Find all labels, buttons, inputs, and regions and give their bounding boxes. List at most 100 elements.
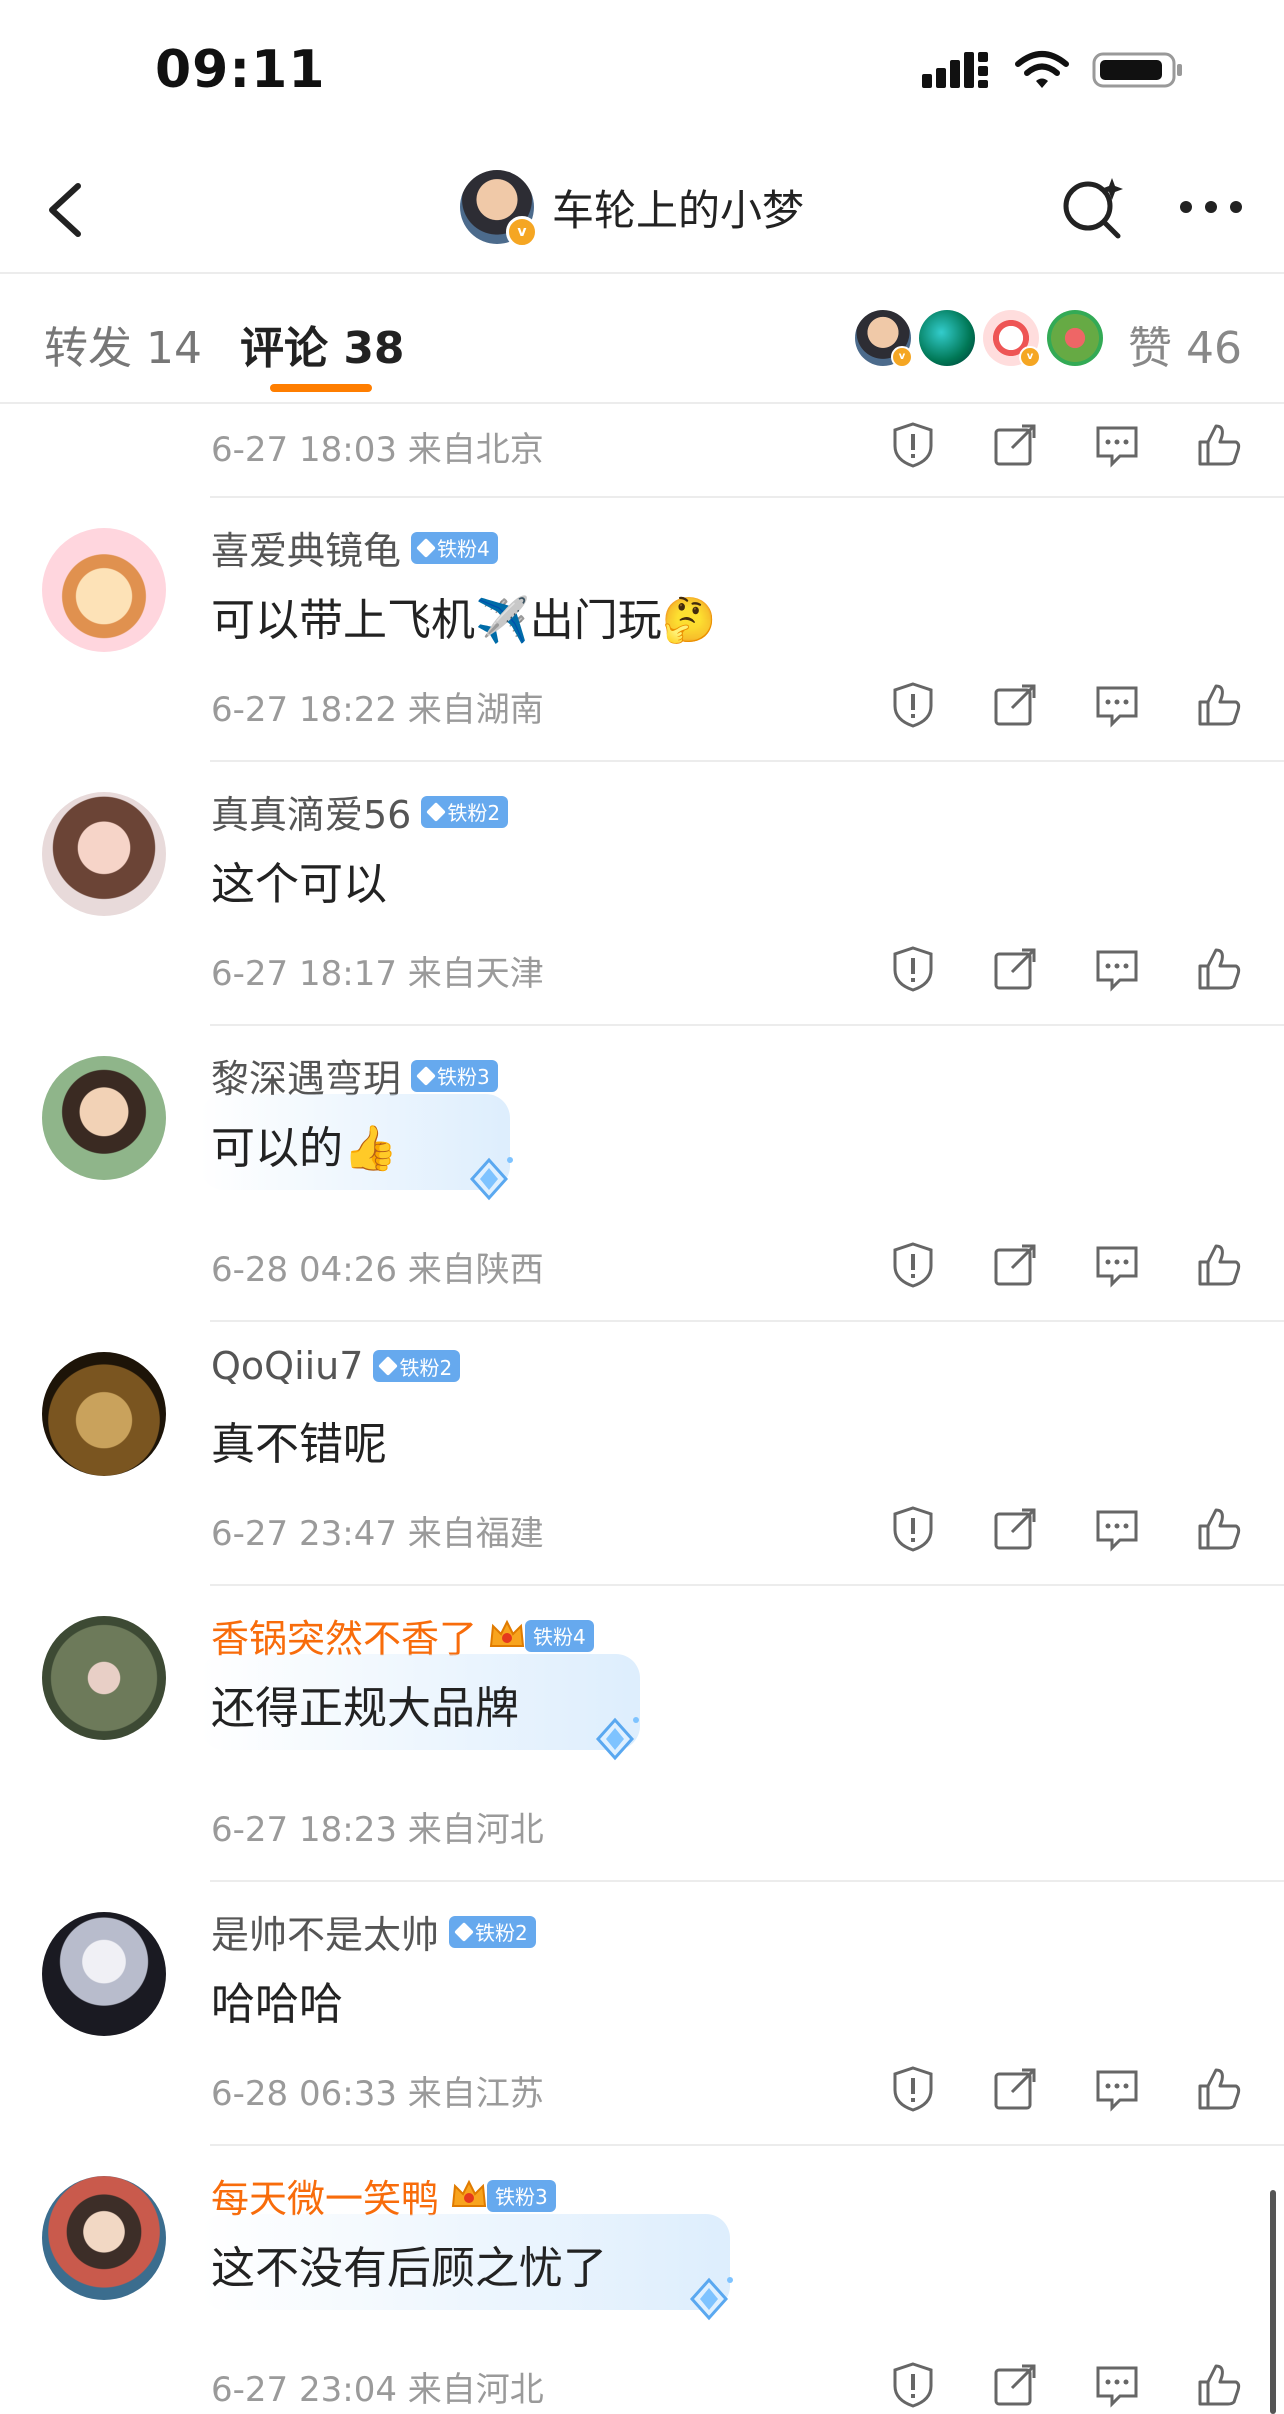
user-avatar[interactable]	[42, 2176, 166, 2300]
user-avatar[interactable]	[42, 1912, 166, 2036]
diamond-sparkle-icon	[689, 2277, 733, 2321]
share-out-icon[interactable]	[990, 2064, 1040, 2114]
search-sparkle-icon[interactable]	[1058, 172, 1128, 242]
comment-row: 是帅不是太帅 铁粉2 哈哈哈 6-28 06:33 来自江苏	[0, 1882, 1284, 2146]
comment-actions	[888, 2064, 1244, 2114]
comment-actions	[888, 1504, 1244, 1554]
battery-icon	[1092, 52, 1182, 88]
tab-comment[interactable]: 评论 38	[240, 312, 405, 376]
fan-badge-label: 铁粉4	[437, 537, 490, 561]
verified-badge-icon: v	[891, 346, 913, 368]
status-icons	[922, 50, 1184, 90]
liker-avatar	[1047, 310, 1103, 366]
comment-text: 真不错呢	[211, 1419, 387, 1470]
tab-repost[interactable]: 转发 14	[44, 312, 202, 376]
diamond-sparkle-icon	[469, 1157, 513, 1201]
comment-actions	[888, 1240, 1244, 1290]
liker-avatar: v	[983, 310, 1041, 368]
fan-badge-label: 铁粉3	[437, 1065, 490, 1089]
crown-icon	[451, 2179, 487, 2207]
thumbs-up-icon[interactable]	[1194, 420, 1244, 470]
comment-row: QoQiiu7 铁粉2 真不错呢 6-27 23:47 来自福建	[0, 1322, 1284, 1586]
shield-exclamation-icon[interactable]	[888, 1504, 938, 1554]
comment-username[interactable]: 真真滴爱56	[211, 784, 411, 839]
diamond-icon	[416, 537, 436, 558]
status-time: 09:11	[155, 40, 326, 100]
diamond-icon	[416, 1065, 436, 1086]
comment-meta: 6-27 23:47 来自福建	[211, 1514, 544, 1554]
comment-bubble-icon[interactable]	[1092, 680, 1142, 730]
shield-exclamation-icon[interactable]	[888, 944, 938, 994]
thumbs-up-icon[interactable]	[1194, 1504, 1244, 1554]
comment-text: 哈哈哈	[211, 1979, 343, 2030]
comment-username[interactable]: QoQiiu7	[211, 1344, 363, 1388]
share-out-icon[interactable]	[990, 944, 1040, 994]
fan-badge: 铁粉2	[373, 1350, 461, 1382]
user-avatar[interactable]	[42, 792, 166, 916]
fan-badge-label: 铁粉2	[399, 1355, 453, 1380]
fan-badge-label: 铁粉2	[475, 1921, 528, 1945]
comment-bubble-icon[interactable]	[1092, 1504, 1142, 1554]
comment-bubble-icon[interactable]	[1092, 420, 1142, 470]
diamond-sparkle-icon	[595, 1717, 639, 1761]
comment-user-line: 喜爱典镜龟 铁粉4	[211, 520, 498, 575]
comment-bubble-icon[interactable]	[1092, 2064, 1142, 2114]
comment-user-line: QoQiiu7 铁粉2	[211, 1344, 461, 1388]
crown-icon	[489, 1619, 525, 1647]
nav-actions	[1058, 172, 1244, 242]
fan-badge: 铁粉2	[421, 795, 509, 828]
fan-badge: 铁粉4	[411, 531, 498, 564]
share-out-icon[interactable]	[990, 2360, 1040, 2410]
comment-bubble-icon[interactable]	[1092, 1240, 1142, 1290]
comment-meta: 6-27 23:04 来自河北	[211, 2370, 544, 2410]
user-avatar[interactable]	[42, 528, 166, 652]
tab-bar: 转发 14 评论 38 v v 赞 46	[0, 272, 1284, 404]
fan-badge-label: 铁粉4	[533, 1625, 586, 1649]
user-avatar[interactable]	[42, 1352, 166, 1476]
shield-exclamation-icon[interactable]	[888, 2360, 938, 2410]
share-out-icon[interactable]	[990, 1240, 1040, 1290]
shield-exclamation-icon[interactable]	[888, 680, 938, 730]
comment-text: 可以的👍	[211, 1123, 398, 1174]
fan-badge: 铁粉3	[487, 2179, 556, 2212]
fan-badge-label: 铁粉3	[495, 2185, 548, 2209]
scrollbar[interactable]	[1270, 2190, 1276, 2414]
share-out-icon[interactable]	[990, 680, 1040, 730]
comment-row: 每天微一笑鸭 铁粉3 这不没有后顾之忧了 6-27 23:04 来自河北	[0, 2146, 1284, 2414]
comment-bubble-icon[interactable]	[1092, 944, 1142, 994]
tab-likes[interactable]: 赞 46	[1128, 312, 1242, 376]
share-out-icon[interactable]	[990, 420, 1040, 470]
thumbs-up-icon[interactable]	[1194, 1240, 1244, 1290]
fan-badge-label: 铁粉2	[447, 801, 501, 825]
nav-title-group[interactable]: v 车轮上的小梦	[460, 170, 805, 248]
author-avatar[interactable]: v	[460, 170, 538, 248]
thumbs-up-icon[interactable]	[1194, 680, 1244, 730]
comment-username[interactable]: 喜爱典镜龟	[211, 520, 401, 575]
active-tab-indicator	[270, 384, 372, 392]
thumbs-up-icon[interactable]	[1194, 2360, 1244, 2410]
nav-title: 车轮上的小梦	[552, 185, 805, 235]
liker-avatars[interactable]: v v	[855, 310, 1103, 368]
comment-row: 黎深遇弯玥 铁粉3 可以的👍 6-28 04:26 来自陕西	[0, 1026, 1284, 1322]
user-avatar[interactable]	[42, 1056, 166, 1180]
comment-text: 这个可以	[211, 859, 387, 910]
comment-bubble-icon[interactable]	[1092, 2360, 1142, 2410]
liker-avatar: v	[855, 310, 913, 368]
comment-username[interactable]: 是帅不是太帅	[211, 1904, 439, 1959]
comment-user-line: 真真滴爱56 铁粉2	[211, 784, 509, 839]
diamond-icon	[426, 801, 447, 822]
user-avatar[interactable]	[42, 1616, 166, 1740]
thumbs-up-icon[interactable]	[1194, 2064, 1244, 2114]
share-out-icon[interactable]	[990, 1504, 1040, 1554]
shield-exclamation-icon[interactable]	[888, 2064, 938, 2114]
thumbs-up-icon[interactable]	[1194, 944, 1244, 994]
status-bar: 09:11	[0, 0, 1284, 150]
comment-user-line: 是帅不是太帅 铁粉2	[211, 1904, 536, 1959]
comment-meta: 6-27 18:17 来自天津	[211, 954, 544, 994]
more-icon[interactable]	[1178, 197, 1244, 217]
wifi-icon	[1015, 51, 1069, 88]
shield-exclamation-icon[interactable]	[888, 1240, 938, 1290]
shield-exclamation-icon[interactable]	[888, 420, 938, 470]
fan-badge: 铁粉3	[411, 1059, 498, 1092]
back-button[interactable]	[30, 170, 110, 250]
